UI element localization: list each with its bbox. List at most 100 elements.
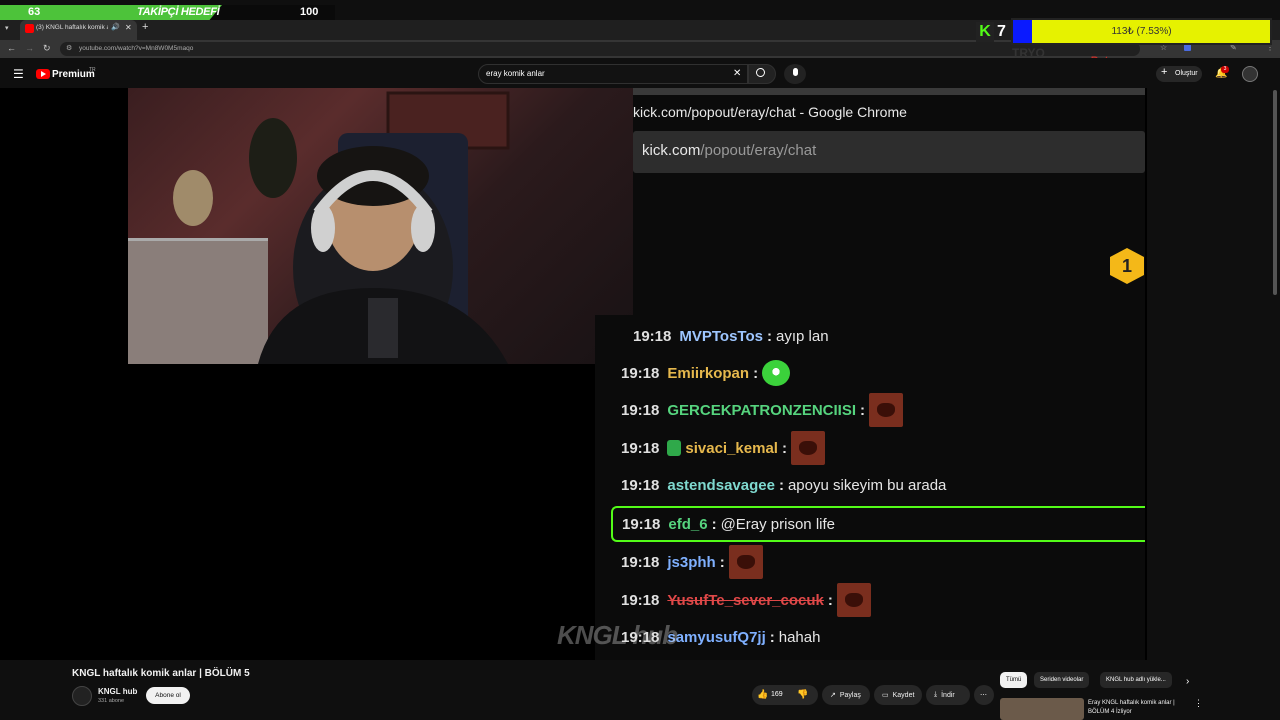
webcam-feed [128, 88, 633, 364]
reload-icon[interactable]: ↻ [43, 43, 51, 54]
face-emote-icon [869, 393, 903, 427]
follower-goal-current: 63 [28, 6, 41, 18]
hamburger-menu-icon[interactable]: ☰ [13, 67, 24, 81]
back-icon[interactable]: ← [7, 43, 16, 53]
site-info-icon[interactable]: ⚙ [66, 44, 72, 52]
url-text: youtube.com/watch?v=Mn8W0M5maqo [79, 45, 194, 52]
share-icon: ↗ [830, 692, 836, 699]
popout-window-frame [633, 88, 1145, 95]
share-button[interactable]: ↗ Paylaş [822, 685, 870, 705]
chat-text: @Eray prison life [720, 515, 835, 533]
channel-avatar[interactable] [72, 686, 92, 706]
chat-time: 19:18 [621, 401, 660, 419]
chat-text: apoyu sikeyim bu arada [787, 476, 947, 494]
chat-username[interactable]: astendsavagee [667, 477, 775, 494]
search-input[interactable]: eray komik anlar [486, 69, 545, 78]
new-tab-icon[interactable]: + [142, 21, 148, 33]
save-label: Kaydet [892, 691, 915, 699]
download-label: İndir [941, 691, 955, 699]
subscriber-count: 331 abone [98, 698, 124, 704]
chat-username[interactable]: YusufTe_sever_cocuk [667, 592, 823, 609]
chat-colon: : [767, 327, 772, 345]
dislike-icon[interactable]: 👎 [797, 689, 808, 700]
download-button[interactable]: ⤓ İndir [926, 685, 970, 705]
share-label: Paylaş [839, 691, 861, 699]
kick-viewer-count: 7 [997, 23, 1006, 40]
chat-text: hahah [778, 628, 821, 646]
face-emote-icon [836, 583, 871, 617]
speaker-icon[interactable]: 🔊 [111, 23, 120, 31]
chip-uploads[interactable]: KNGL hub adlı yükle... [1100, 672, 1172, 688]
chat-username[interactable]: Emiirkopan [667, 365, 749, 382]
chat-message: 19:18 GERCEKPATRONZENCIISI: [621, 393, 903, 427]
chat-message: 19:18 MVPTosTos: ayıp lan [633, 325, 829, 347]
tab-close-icon[interactable]: ✕ [125, 23, 132, 32]
chat-username[interactable]: sivaci_kemal [685, 440, 778, 457]
popout-url: kick.com/popout/eray/chat [642, 142, 816, 159]
tab-title: (3) KNGL haftalık komik an... [36, 24, 108, 31]
chevron-right-icon[interactable]: › [1186, 676, 1189, 687]
chat-message: 19:18 sivaci_kemal: [621, 431, 825, 465]
mic-icon [793, 68, 798, 76]
chat-time: 19:18 [621, 364, 660, 382]
chat-message: 19:18 Emiirkopan: [621, 360, 791, 386]
chat-colon: : [719, 553, 725, 571]
subscribe-button[interactable]: Abone ol [146, 687, 190, 704]
chip-series[interactable]: Seriden videolar [1034, 672, 1090, 688]
donation-progress-text: 113₺ (7.53%) [1111, 26, 1172, 37]
like-icon[interactable]: 👍 [757, 689, 768, 700]
video-title: KNGL haftalık komik anlar | BÖLÜM 5 [72, 668, 250, 679]
clear-search-icon[interactable]: ✕ [733, 68, 741, 79]
search-icon [756, 68, 765, 77]
recommended-thumbnail[interactable] [1000, 698, 1084, 720]
recommended-title[interactable]: Eray KNGL haftalık komik anlar | BÖLÜM 4… [1088, 699, 1188, 717]
face-emote-icon [790, 431, 825, 465]
forward-icon[interactable]: → [25, 43, 34, 53]
chat-colon: : [860, 401, 865, 419]
tab-search-icon[interactable]: ▾ [5, 24, 15, 34]
chat-text: ayıp lan [776, 327, 829, 345]
popout-url-host: kick.com [642, 142, 701, 159]
chat-time: 19:18 [621, 591, 660, 609]
region-code: TR [89, 67, 96, 73]
chat-username[interactable]: samyusufQ7jj [667, 629, 765, 646]
chat-username[interactable]: GERCEKPATRONZENCIISI [667, 402, 856, 419]
chat-username[interactable]: js3phh [667, 554, 715, 571]
recommended-menu-icon[interactable]: ⋮ [1194, 698, 1203, 709]
download-icon: ⤓ [934, 691, 938, 698]
save-button[interactable]: ▭ Kaydet [874, 685, 922, 705]
face-emote-icon [728, 545, 763, 579]
page-scrollbar[interactable] [1273, 90, 1277, 295]
chat-message: 19:18 js3phh: [621, 545, 763, 579]
chat-time: 19:18 [621, 439, 660, 457]
chat-message: 19:18 efd_6: @Eray prison life [622, 513, 835, 535]
notification-count-badge: 3 [1221, 66, 1229, 73]
chat-message: 19:18 astendsavagee: apoyu sikeyim bu arad… [621, 474, 946, 496]
webcam-scene [128, 91, 510, 364]
address-bar[interactable] [60, 42, 1140, 56]
chat-time: 19:18 [633, 327, 672, 345]
chat-colon: : [753, 364, 759, 382]
right-sidebar-area [1147, 88, 1280, 660]
popout-url-path: /popout/eray/chat [700, 142, 817, 159]
chat-time: 19:18 [621, 476, 660, 494]
more-actions-button[interactable]: ⋯ [974, 685, 994, 705]
chat-message: 19:18 YusufTe_sever_cocuk: [621, 583, 871, 617]
avatar[interactable] [1242, 66, 1258, 82]
chat-username[interactable]: efd_6 [668, 516, 707, 533]
chat-username[interactable]: MVPTosTos [679, 328, 763, 345]
channel-name[interactable]: KNGL hub [98, 687, 137, 696]
save-icon: ▭ [882, 692, 889, 699]
chat-colon: : [711, 515, 717, 533]
chip-all[interactable]: Tümü [1000, 672, 1028, 688]
chat-colon: : [769, 628, 775, 646]
chat-time: 19:18 [621, 553, 660, 571]
chat-time: 19:18 [622, 515, 661, 533]
chat-colon: : [778, 476, 784, 494]
chat-colon: : [827, 591, 833, 609]
follower-goal-target: 100 [300, 6, 319, 18]
create-label: Oluştur [1175, 70, 1198, 77]
green-emote-icon [762, 360, 791, 386]
like-count: 169 [771, 691, 783, 698]
extension-icon[interactable] [1184, 44, 1191, 51]
